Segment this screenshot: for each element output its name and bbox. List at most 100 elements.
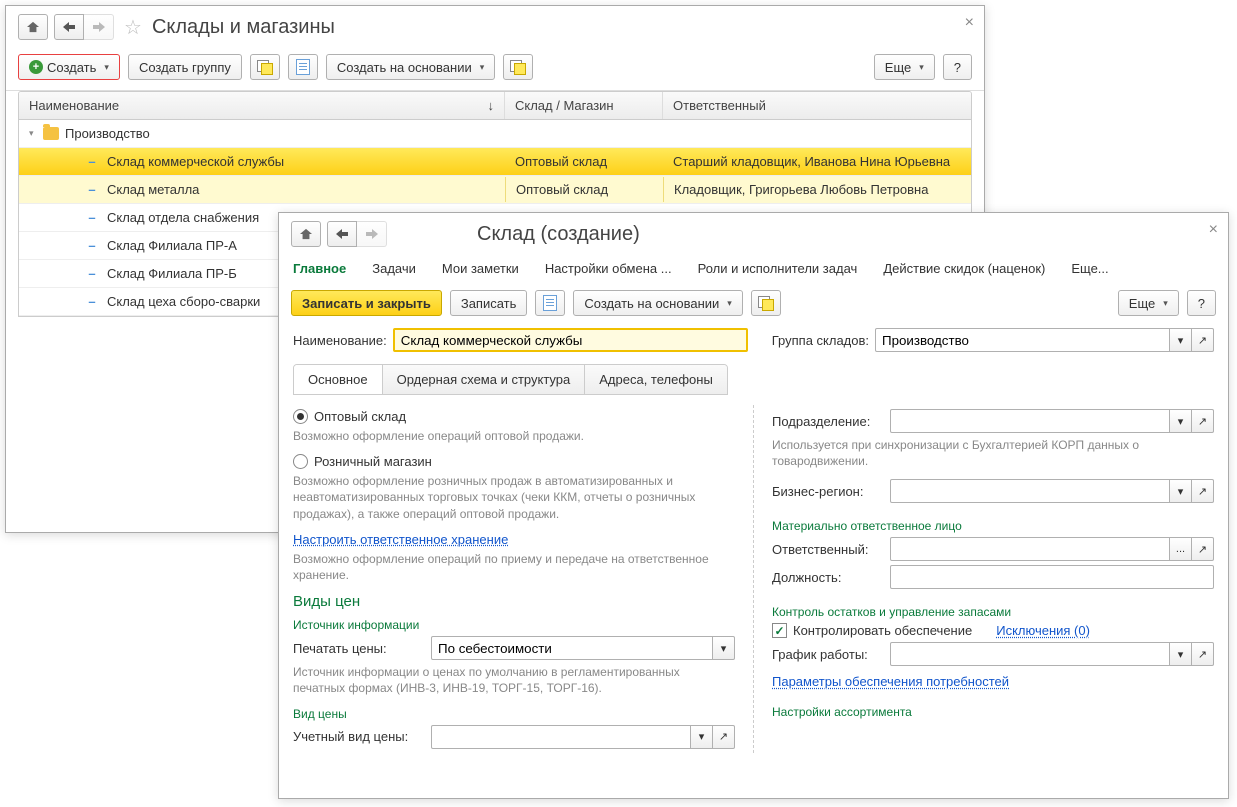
resp-storage-link[interactable]: Настроить ответственное хранение [293,532,508,547]
titlebar: ☆ Склады и магазины [6,6,984,48]
col-type[interactable]: Склад / Магазин [505,92,663,119]
hint: Используется при синхронизации с Бухгалт… [772,437,1214,469]
create-based-button[interactable]: Создать на основании [326,54,495,80]
tab-more[interactable]: Еще... [1071,255,1108,282]
group-label: Группа складов: [772,333,869,348]
list-button[interactable] [288,54,318,80]
toolbar: +Создать Создать группу Создать на основ… [6,48,984,91]
hint: Возможно оформление операций оптовой про… [293,428,735,444]
tab-notes[interactable]: Мои заметки [442,255,519,282]
item-icon: – [85,294,99,309]
resp-label: Ответственный: [772,542,884,557]
resp-input[interactable] [890,537,1170,561]
help-button[interactable]: ? [943,54,972,80]
close-icon[interactable]: × [965,14,974,32]
fwd-button[interactable] [84,14,114,40]
kind-label: Учетный вид цены: [293,729,425,744]
dropdown-button[interactable]: ▾ [1170,479,1192,503]
schedule-input[interactable] [890,642,1170,666]
open-button[interactable]: ↗ [1192,328,1214,352]
radio-wholesale-row[interactable]: Оптовый склад [293,409,735,424]
home-button[interactable] [291,221,321,247]
dropdown-button[interactable]: ▾ [1170,328,1192,352]
tab-main[interactable]: Главное [293,255,346,282]
help-button[interactable]: ? [1187,290,1216,316]
select-button[interactable]: ... [1170,537,1192,561]
source-heading: Источник информации [293,618,735,632]
subtab-main[interactable]: Основное [294,365,383,394]
left-col: Оптовый склад Возможно оформление операц… [293,405,735,753]
list-button[interactable] [535,290,565,316]
close-icon[interactable]: × [1209,221,1218,239]
open-button[interactable]: ↗ [1192,409,1214,433]
find-button[interactable] [250,54,280,80]
warehouse-create-window: × Склад (создание) Главное Задачи Мои за… [278,212,1229,799]
dropdown-button[interactable]: ▾ [713,636,735,660]
post-input[interactable] [890,565,1214,589]
collapse-icon[interactable]: ▾ [29,128,43,139]
radio-retail-row[interactable]: Розничный магазин [293,454,735,469]
tab-discounts[interactable]: Действие скидок (наценок) [883,255,1045,282]
open-button[interactable]: ↗ [1192,479,1214,503]
radio-checked-icon[interactable] [293,409,308,424]
control-checkbox[interactable]: ✓ [772,623,787,638]
more-button[interactable]: Еще [874,54,935,80]
tab-tasks[interactable]: Задачи [372,255,416,282]
create-group-button[interactable]: Создать группу [128,54,242,80]
table-row[interactable]: –Склад коммерческой службы Оптовый склад… [19,148,971,176]
stock-heading: Контроль остатков и управление запасами [772,605,1214,619]
dropdown-button[interactable]: ▾ [1170,409,1192,433]
cell-name: Склад отдела снабжения [107,210,259,225]
kind-input[interactable] [431,725,691,749]
tab-exchange[interactable]: Настройки обмена ... [545,255,672,282]
create-based-button[interactable]: Создать на основании [573,290,742,316]
dropdown-button[interactable]: ▾ [691,725,713,749]
region-input[interactable] [890,479,1170,503]
subtab-order[interactable]: Ордерная схема и структура [383,365,586,394]
schedule-combo: ▾ ↗ [890,642,1214,666]
open-button[interactable]: ↗ [1192,537,1214,561]
group-combo: ▾ ↗ [875,328,1214,352]
radio-icon[interactable] [293,454,308,469]
back-button[interactable] [54,14,84,40]
reports-button[interactable] [751,290,781,316]
col-name[interactable]: Наименование↓ [19,92,505,119]
dropdown-button[interactable]: ▾ [1170,642,1192,666]
dept-input[interactable] [890,409,1170,433]
subtab-addr[interactable]: Адреса, телефоны [585,365,727,394]
save-button[interactable]: Записать [450,290,528,316]
create-button[interactable]: +Создать [18,54,120,80]
dept-label: Подразделение: [772,414,884,429]
save-close-button[interactable]: Записать и закрыть [291,290,442,316]
folder-label: Производство [65,126,150,141]
folder-row[interactable]: ▾ Производство [19,120,971,148]
open-button[interactable]: ↗ [1192,642,1214,666]
reports-icon [758,296,774,310]
back-button[interactable] [327,221,357,247]
home-button[interactable] [18,14,48,40]
open-button[interactable]: ↗ [713,725,735,749]
fwd-button[interactable] [357,221,387,247]
group-input[interactable] [875,328,1170,352]
favorite-icon[interactable]: ☆ [124,15,142,40]
control-checkbox-label: Контролировать обеспечение [793,623,972,638]
hint: Возможно оформление операций по приему и… [293,551,735,583]
cell-name: Склад Филиала ПР-Б [107,266,237,281]
col-resp[interactable]: Ответственный [663,92,971,119]
exceptions-link[interactable]: Исключения (0) [996,623,1090,638]
resp-heading: Материально ответственное лицо [772,519,1214,533]
table-row[interactable]: –Склад металла Оптовый склад Кладовщик, … [19,176,971,204]
name-input[interactable] [393,328,748,352]
more-button[interactable]: Еще [1118,290,1179,316]
tab-roles[interactable]: Роли и исполнители задач [698,255,858,282]
print-prices-input[interactable] [431,636,713,660]
dept-combo: ▾ ↗ [890,409,1214,433]
list-icon [543,295,557,311]
kind-combo: ▾ ↗ [431,725,735,749]
schedule-label: График работы: [772,647,884,662]
reports-button[interactable] [503,54,533,80]
print-prices-label: Печатать цены: [293,641,425,656]
cell-resp: Кладовщик, Григорьева Любовь Петровна [663,177,971,202]
window-title: Склады и магазины [152,16,335,39]
supply-params-link[interactable]: Параметры обеспечения потребностей [772,674,1009,689]
